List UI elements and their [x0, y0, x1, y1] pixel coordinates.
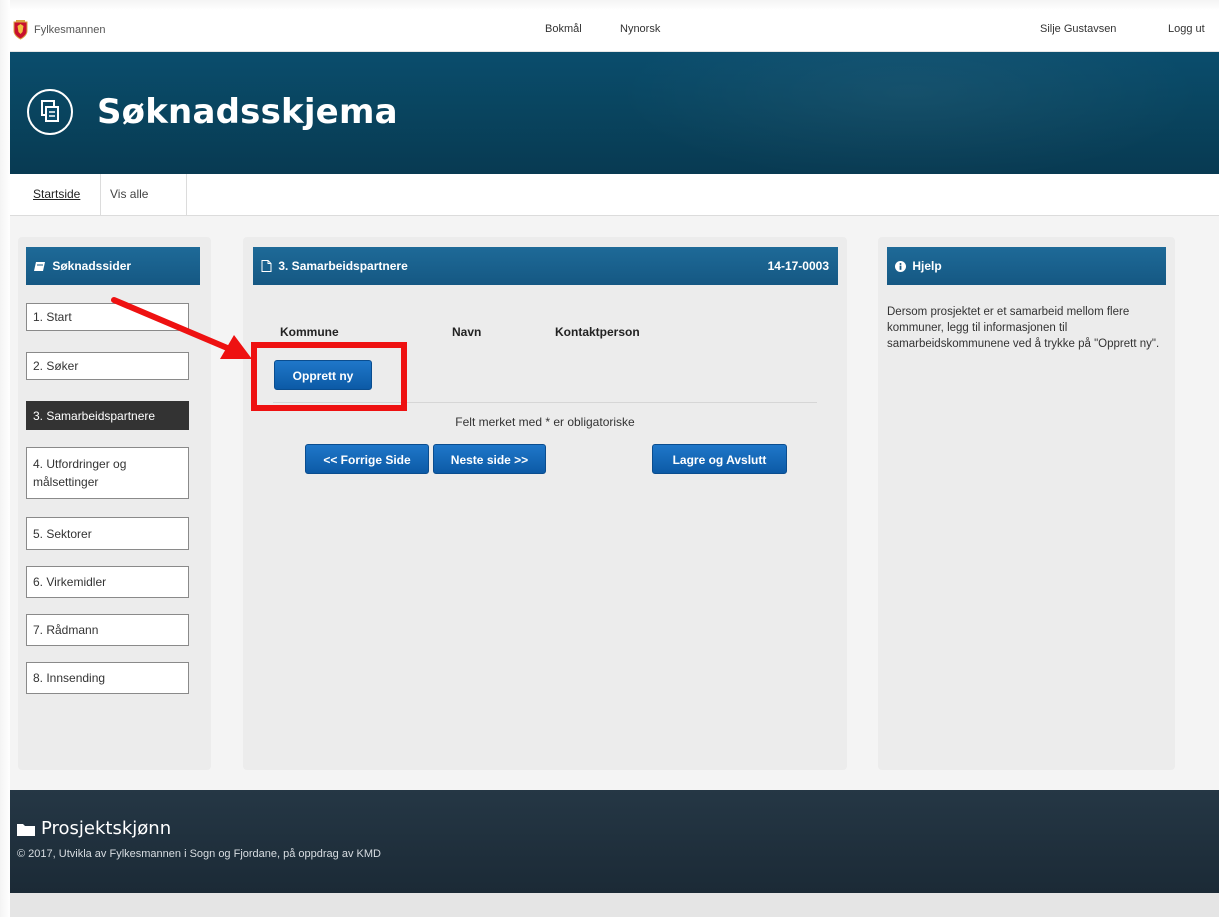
footer-copyright: © 2017, Utvikla av Fylkesmannen i Sogn o…	[17, 848, 381, 860]
form-header: 3. Samarbeidspartnere 14-17-0003	[253, 247, 838, 285]
top-navbar: Fylkesmannen Bokmål Nynorsk Silje Gustav…	[10, 10, 1219, 52]
help-title: Hjelp	[912, 259, 942, 273]
sidebar-item-label: 1. Start	[33, 310, 72, 324]
application-id: 14-17-0003	[767, 259, 829, 273]
sidebar-item-label: 8. Innsending	[33, 671, 106, 685]
footer	[10, 790, 1219, 893]
page-title: Søknadsskjema	[97, 92, 398, 132]
language-bokmal-link[interactable]: Bokmål	[545, 23, 582, 35]
sidebar-item-innsending[interactable]: 8. Innsending	[26, 662, 189, 694]
document-icon	[261, 260, 272, 272]
sidebar-header: Søknadssider	[26, 247, 200, 285]
brand-name: Fylkesmannen	[34, 24, 106, 36]
info-icon	[895, 261, 906, 272]
sidebar-item-virkemidler[interactable]: 6. Virkemidler	[26, 566, 189, 598]
required-fields-note: Felt merket med * er obligatoriske	[455, 415, 635, 429]
window-edge-top	[0, 0, 1219, 10]
form-icon	[27, 89, 73, 135]
sidebar-item-utfordringer[interactable]: 4. Utfordringer og målsettinger	[26, 447, 189, 499]
language-nynorsk-link[interactable]: Nynorsk	[620, 23, 660, 35]
help-header: Hjelp	[887, 247, 1166, 285]
sidebar-title: Søknadssider	[52, 259, 132, 273]
sidebar-item-label: 2. Søker	[33, 359, 79, 373]
sidebar-item-label: 3. Samarbeidspartnere	[33, 408, 156, 423]
brand[interactable]: Fylkesmannen	[13, 20, 106, 40]
book-icon	[34, 262, 45, 271]
coat-of-arms-icon	[13, 20, 28, 40]
user-name-link[interactable]: Silje Gustavsen	[1040, 23, 1116, 35]
help-text: Dersom prosjektet er et samarbeid mellom…	[887, 306, 1160, 350]
footer-title-text: Prosjektskjønn	[41, 818, 172, 839]
column-header-navn: Navn	[452, 325, 482, 339]
form-title: 3. Samarbeidspartnere	[278, 259, 408, 273]
next-page-button[interactable]: Neste side >>	[433, 444, 546, 474]
page-bottom	[10, 893, 1219, 917]
annotation-highlight-box	[251, 342, 407, 411]
sidebar-item-label: 7. Rådmann	[33, 623, 99, 637]
folder-icon	[17, 823, 35, 836]
sidebar-item-radmann[interactable]: 7. Rådmann	[26, 614, 189, 646]
tab-divider	[186, 174, 187, 215]
page: Fylkesmannen Bokmål Nynorsk Silje Gustav…	[10, 10, 1219, 917]
sidebar-item-label: 4. Utfordringer og målsettinger	[33, 457, 127, 489]
column-header-kommune: Kommune	[280, 325, 339, 339]
previous-page-button[interactable]: << Forrige Side	[305, 444, 429, 474]
annotation-arrow-icon	[111, 297, 252, 359]
footer-title: Prosjektskjønn	[17, 818, 171, 839]
tab-vis-alle[interactable]: Vis alle	[110, 174, 148, 215]
hero-banner: Søknadsskjema	[10, 52, 1219, 174]
tab-divider	[100, 174, 101, 215]
tab-startside[interactable]: Startside	[33, 174, 80, 215]
save-and-exit-button[interactable]: Lagre og Avslutt	[652, 444, 787, 474]
sidebar-item-samarbeidspartnere[interactable]: 3. Samarbeidspartnere	[26, 401, 189, 430]
column-header-kontaktperson: Kontaktperson	[555, 325, 640, 339]
sidebar-item-sektorer[interactable]: 5. Sektorer	[26, 517, 189, 550]
sidebar-item-label: 5. Sektorer	[33, 526, 92, 541]
form-panel	[243, 237, 847, 770]
tab-bar: Startside Vis alle	[10, 174, 1219, 216]
window-edge-left	[0, 0, 10, 917]
logout-link[interactable]: Logg ut	[1168, 23, 1205, 35]
sidebar-item-label: 6. Virkemidler	[33, 575, 107, 589]
